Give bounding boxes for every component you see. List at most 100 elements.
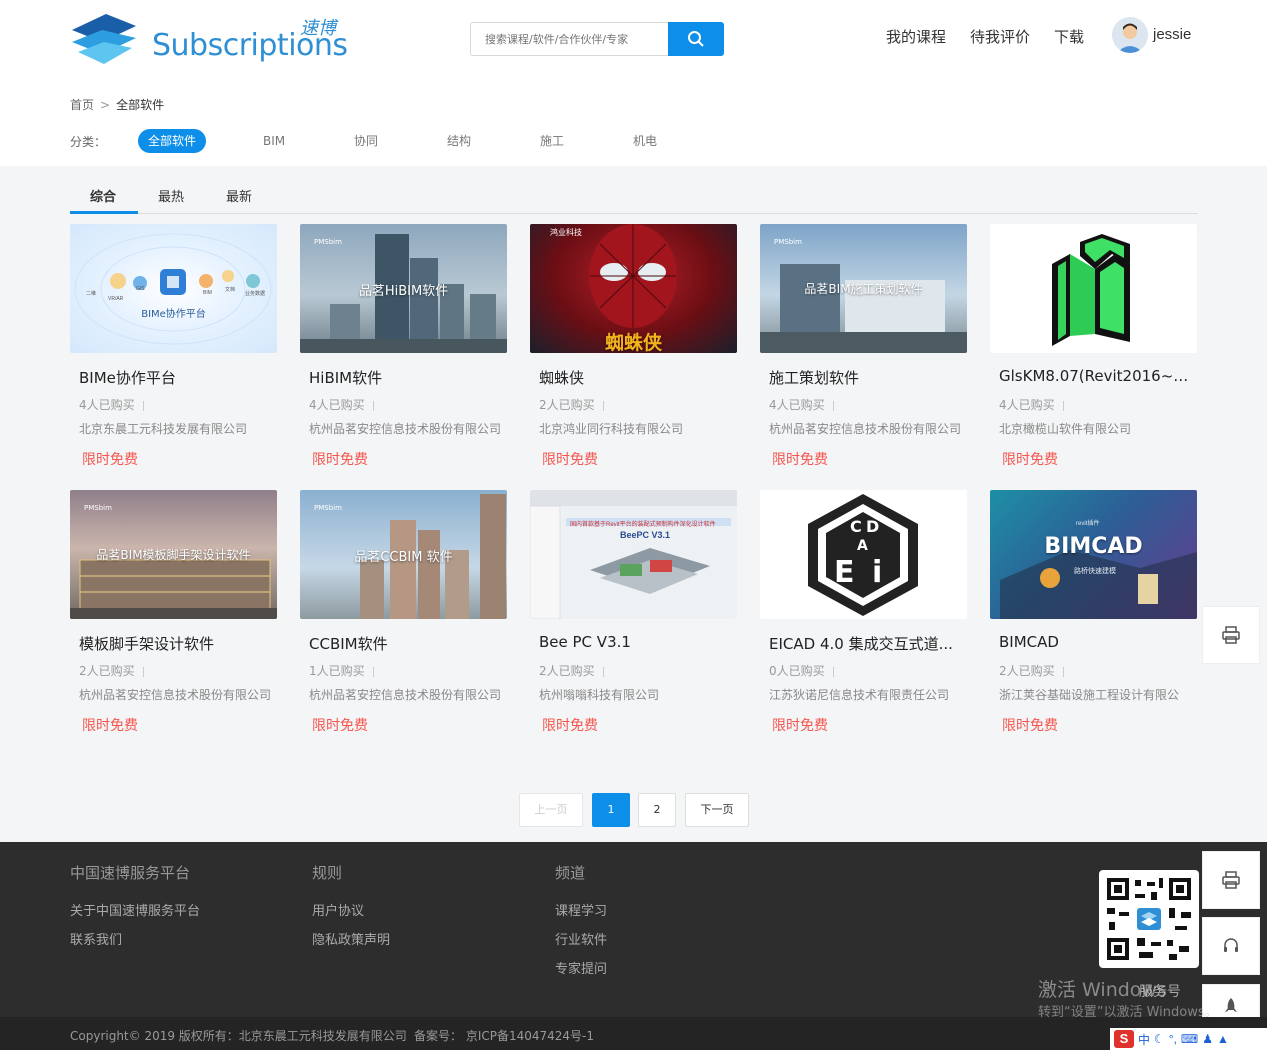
ime-mode-label[interactable]: 中 bbox=[1138, 1031, 1150, 1048]
thumbnail-caption: 蜘蛛侠 bbox=[604, 332, 662, 353]
avatar[interactable] bbox=[1112, 17, 1148, 53]
pms-logo: PMSbim bbox=[314, 504, 342, 512]
category-bim[interactable]: BIM bbox=[263, 129, 285, 153]
product-card[interactable]: PMSbim 品茗BIM施工策划软件 施工策划软件 4人已购买 杭州品茗安控信息… bbox=[760, 224, 967, 474]
price-tag: 限时免费 bbox=[542, 718, 598, 734]
bime-node-label: BIM bbox=[203, 290, 212, 296]
search-button[interactable] bbox=[668, 22, 724, 56]
category-collab[interactable]: 协同 bbox=[354, 129, 378, 153]
logo[interactable]: Subscriptions 速博 bbox=[70, 8, 350, 68]
footer-link[interactable]: 关于中国速博服务平台 bbox=[70, 900, 200, 919]
tab-hottest[interactable]: 最热 bbox=[158, 186, 184, 205]
pms-logo: PMSbim bbox=[774, 238, 802, 246]
product-title[interactable]: BIMCAD bbox=[999, 633, 1191, 651]
category-construction[interactable]: 施工 bbox=[540, 129, 564, 153]
product-title[interactable]: HiBIM软件 bbox=[309, 367, 501, 388]
product-title[interactable]: 施工策划软件 bbox=[769, 367, 961, 388]
bime-node-label: VR/AR bbox=[108, 296, 124, 302]
product-title[interactable]: BIMe协作平台 bbox=[79, 367, 271, 388]
avatar-icon bbox=[1112, 17, 1148, 53]
search-input[interactable] bbox=[470, 22, 668, 56]
username[interactable]: jessie bbox=[1153, 26, 1191, 43]
ime-toolbar[interactable]: S 中 ☾ °, ⌨ ♟ ▲ bbox=[1110, 1028, 1267, 1050]
footer-link[interactable]: 用户协议 bbox=[312, 900, 364, 919]
product-thumbnail: PMSbim 品茗CCBIM 软件 bbox=[300, 490, 507, 619]
product-title[interactable]: Bee PC V3.1 bbox=[539, 633, 731, 651]
svg-text:D: D bbox=[866, 517, 879, 536]
copyright-bar: Copyright© 2019 版权所有：北京东晨工元科技发展有限公司 备案号：… bbox=[0, 1017, 1267, 1050]
price-tag: 限时免费 bbox=[772, 452, 828, 468]
product-thumbnail: 鸿业科技 蜘蛛侠 bbox=[530, 224, 737, 353]
footer-link[interactable]: 行业软件 bbox=[555, 929, 607, 948]
ime-moon-icon[interactable]: ☾ bbox=[1154, 1032, 1165, 1046]
banner-text: 国内首款基于Revit平台的装配式预制构件深化设计软件 bbox=[570, 522, 716, 528]
footer-link[interactable]: 课程学习 bbox=[555, 900, 607, 919]
product-card[interactable]: PMSbim 品茗CCBIM 软件 CCBIM软件 1人已购买 杭州品茗安控信息… bbox=[300, 490, 507, 740]
product-title[interactable]: GlsKM8.07(Revit2016~2... bbox=[999, 367, 1191, 385]
price-tag: 限时免费 bbox=[312, 452, 368, 468]
nav-pending-reviews[interactable]: 待我评价 bbox=[970, 26, 1030, 47]
breadcrumb-home[interactable]: 首页 bbox=[70, 98, 94, 112]
company-name: 杭州嗡嗡科技有限公司 bbox=[539, 688, 660, 702]
side-print-button[interactable] bbox=[1202, 851, 1260, 909]
next-page-button[interactable]: 下一页 bbox=[685, 793, 749, 827]
buyer-count: 0人已购买 bbox=[769, 662, 834, 679]
product-card[interactable]: revit插件 BIMCAD 路桥快速建模 BIMCAD 2人已购买 浙江荚谷基… bbox=[990, 490, 1197, 740]
prev-page-button[interactable]: 上一页 bbox=[519, 793, 583, 827]
nav-download[interactable]: 下载 bbox=[1054, 26, 1084, 47]
category-mep[interactable]: 机电 bbox=[633, 129, 657, 153]
ime-keyboard-icon[interactable]: ⌨ bbox=[1181, 1032, 1198, 1046]
company-name: 杭州品茗安控信息技术股份有限公司 bbox=[309, 422, 502, 436]
bime-node-label: 文档 bbox=[225, 287, 236, 293]
breadcrumb-current: 全部软件 bbox=[116, 98, 165, 112]
bime-thumbnail-art bbox=[74, 233, 272, 345]
buyer-count: 2人已购买 bbox=[999, 662, 1064, 679]
product-card[interactable]: 鸿业科技 蜘蛛侠 蜘蛛侠 2人已购买 北京鸿业同行科技有限公司 限时免费 bbox=[530, 224, 737, 474]
side-print-button[interactable] bbox=[1202, 606, 1260, 664]
company-name: 杭州品茗安控信息技术股份有限公司 bbox=[309, 688, 502, 702]
page-2-button[interactable]: 2 bbox=[638, 793, 676, 827]
tab-newest[interactable]: 最新 bbox=[226, 186, 252, 205]
product-card[interactable]: C D A E i EICAD 4.0 集成交互式道... 0人已购买 江苏狄诺… bbox=[760, 490, 967, 740]
product-title[interactable]: EICAD 4.0 集成交互式道... bbox=[769, 633, 961, 654]
icp-record[interactable]: 备案号： 京ICP备14047424号-1 bbox=[414, 1027, 594, 1044]
gsk-logo-art bbox=[1052, 234, 1130, 346]
product-thumbnail: PMSbim 品茗BIM模板脚手架设计软件 bbox=[70, 490, 277, 619]
side-support-button[interactable] bbox=[1202, 917, 1260, 975]
sogou-ime-icon[interactable]: S bbox=[1114, 1030, 1134, 1048]
product-card[interactable]: GlsKM8.07(Revit2016~2... 4人已购买 北京橄榄山软件有限… bbox=[990, 224, 1197, 474]
buyer-count: 2人已购买 bbox=[539, 396, 604, 413]
company-name: 北京橄榄山软件有限公司 bbox=[999, 422, 1132, 436]
company-name: 浙江荚谷基础设施工程设计有限公 bbox=[999, 688, 1180, 702]
product-card[interactable]: 国内首款基于Revit平台的装配式预制构件深化设计软件 BeePC V3.1 B… bbox=[530, 490, 737, 740]
nav-my-courses[interactable]: 我的课程 bbox=[886, 26, 946, 47]
product-card[interactable]: BIMe协作平台 二维 VR/AR GIS BIM 文档 业务数据 BIMe协作… bbox=[70, 224, 277, 474]
product-title[interactable]: 模板脚手架设计软件 bbox=[79, 633, 271, 654]
svg-text:C: C bbox=[850, 517, 862, 536]
buyer-count: 4人已购买 bbox=[309, 396, 374, 413]
footer-link[interactable]: 联系我们 bbox=[70, 929, 122, 948]
qr-code-icon bbox=[1107, 878, 1191, 960]
footer-link[interactable]: 专家提问 bbox=[555, 958, 607, 977]
buyer-count: 2人已购买 bbox=[79, 662, 144, 679]
tab-comprehensive[interactable]: 综合 bbox=[90, 186, 116, 205]
footer-heading: 中国速博服务平台 bbox=[70, 864, 191, 882]
category-structure[interactable]: 结构 bbox=[447, 129, 471, 153]
product-card[interactable]: PMSbim 品茗BIM模板脚手架设计软件 模板脚手架设计软件 2人已购买 杭州… bbox=[70, 490, 277, 740]
ime-skin-icon[interactable]: ▲ bbox=[1217, 1032, 1229, 1046]
buyer-count: 1人已购买 bbox=[309, 662, 374, 679]
ime-user-icon[interactable]: ♟ bbox=[1202, 1032, 1213, 1046]
footer-link[interactable]: 隐私政策声明 bbox=[312, 929, 390, 948]
product-card[interactable]: PMSbim 品茗HiBIM软件 HiBIM软件 4人已购买 杭州品茗安控信息技… bbox=[300, 224, 507, 474]
headset-icon bbox=[1224, 938, 1238, 952]
product-title[interactable]: CCBIM软件 bbox=[309, 633, 501, 654]
page-1-button[interactable]: 1 bbox=[592, 793, 630, 827]
ime-punct-icon[interactable]: °, bbox=[1169, 1032, 1177, 1046]
price-tag: 限时免费 bbox=[542, 452, 598, 468]
product-title[interactable]: 蜘蛛侠 bbox=[539, 367, 731, 388]
thumbnail-caption: BIMe协作平台 bbox=[141, 309, 206, 320]
thumbnail-caption: 品茗HiBIM软件 bbox=[358, 284, 449, 299]
category-all[interactable]: 全部软件 bbox=[138, 129, 207, 153]
price-tag: 限时免费 bbox=[312, 718, 368, 734]
plugin-label: revit插件 bbox=[1076, 521, 1100, 527]
